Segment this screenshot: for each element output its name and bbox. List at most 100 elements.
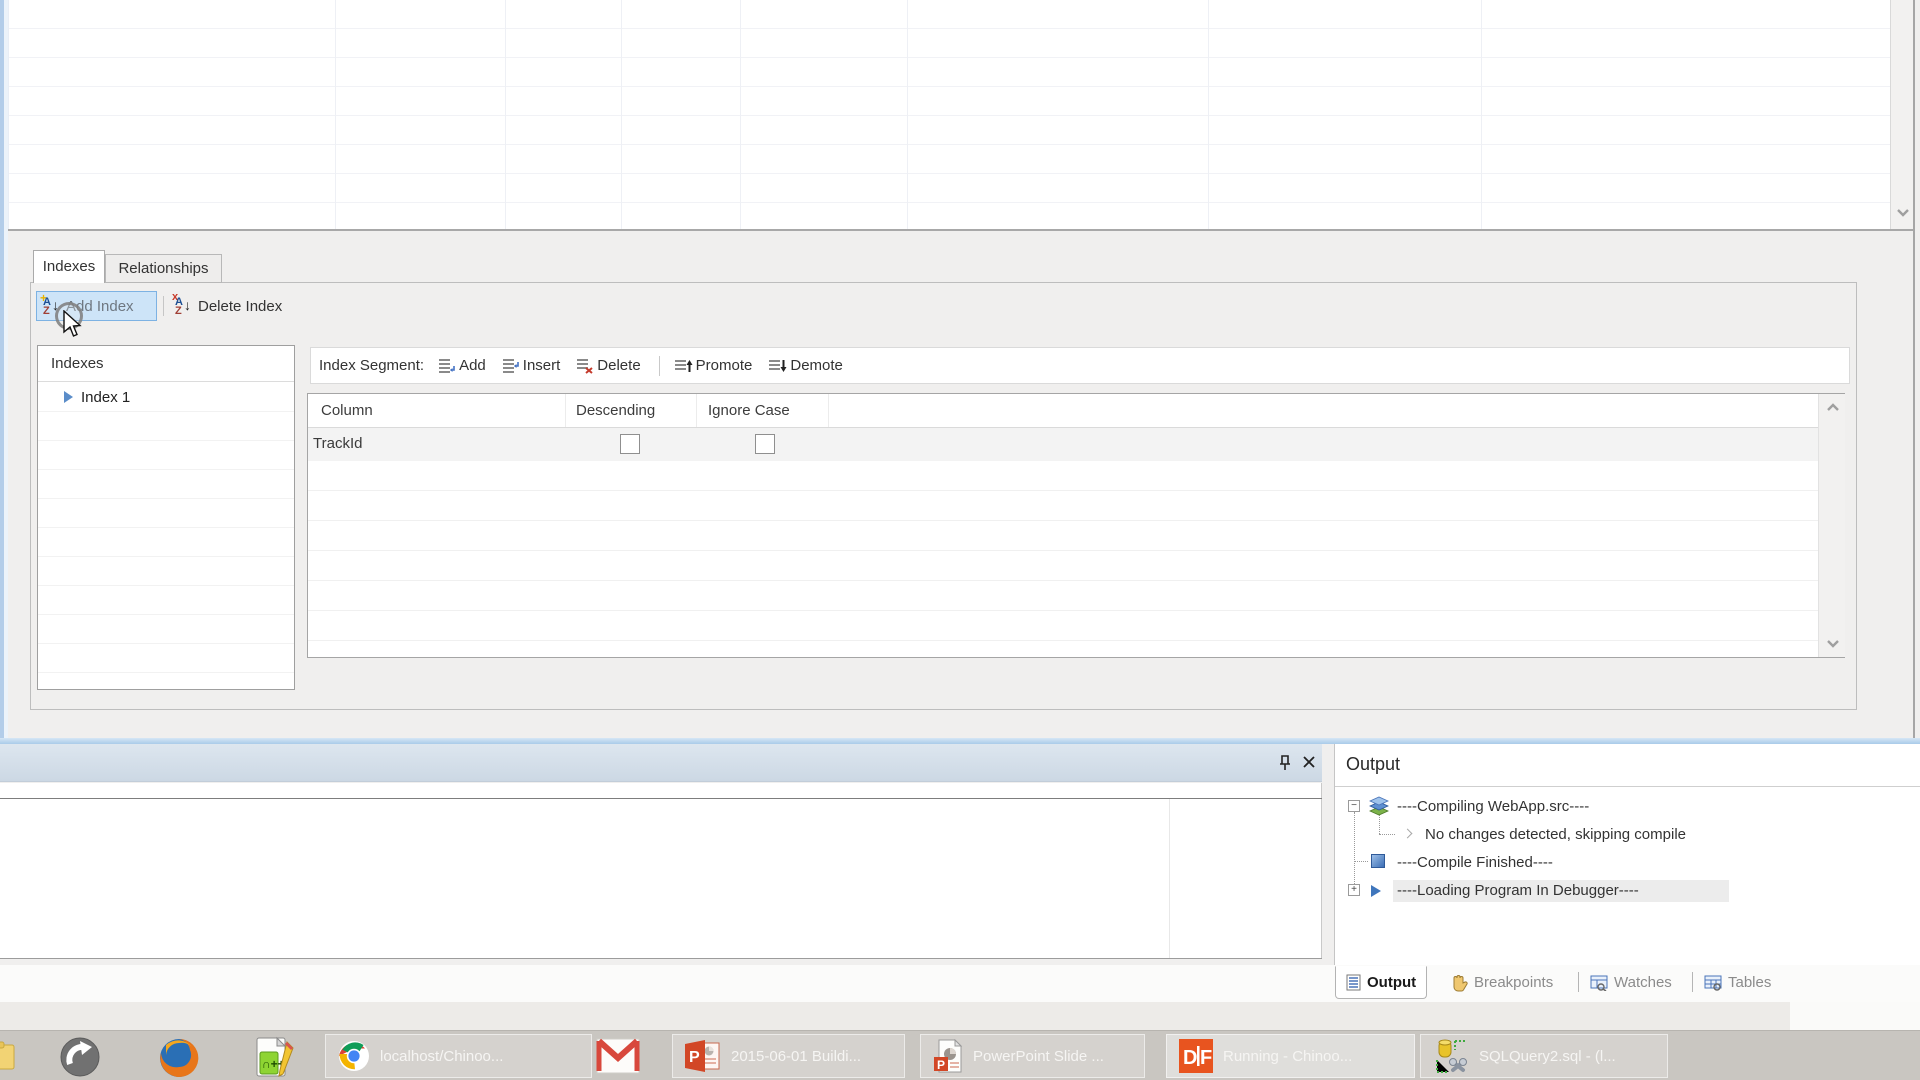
notepad-plus-icon[interactable]: ∩++ — [253, 1036, 297, 1078]
grid-vertical-scrollbar[interactable] — [1890, 0, 1913, 229]
grid-column-line — [621, 0, 622, 229]
chrome-icon — [338, 1040, 370, 1072]
indexes-header-label: Indexes — [51, 355, 104, 372]
output-panel: Output − ----Compiling WebApp.src---- No… — [1334, 744, 1920, 965]
grid-column-line — [740, 0, 741, 229]
ignore-case-checkbox[interactable] — [755, 434, 775, 454]
taskbar-label: SQLQuery2.sql - (l... — [1479, 1048, 1616, 1065]
delete-index-button[interactable]: xAZ↓ Delete Index — [170, 291, 300, 321]
svg-text:P: P — [689, 1049, 700, 1066]
close-icon[interactable] — [1302, 755, 1316, 769]
properties-grid[interactable] — [8, 0, 1890, 229]
mouse-cursor-icon — [62, 310, 84, 340]
compile-stack-icon — [1367, 796, 1391, 818]
indexes-list-header: Indexes — [38, 346, 294, 382]
taskbar-button-powerpoint-file[interactable]: P PowerPoint Slide ... — [920, 1034, 1145, 1078]
segment-row-trackid[interactable]: TrackId — [308, 428, 1818, 461]
output-panel-title: Output — [1346, 754, 1400, 775]
breakpoints-hand-icon — [1450, 974, 1468, 992]
dataflex-icon: D F — [1179, 1039, 1213, 1073]
index-segment-label: Index Segment: — [319, 357, 424, 374]
grid-bottom-border — [8, 229, 1915, 231]
output-node-loading[interactable]: ----Loading Program In Debugger---- — [1397, 882, 1639, 899]
tab-output[interactable]: Output — [1335, 966, 1427, 999]
collapse-node-button[interactable]: − — [1348, 800, 1360, 812]
segment-promote-button[interactable]: Promote — [674, 357, 753, 374]
segment-add-label: Add — [459, 357, 486, 374]
gmail-icon[interactable] — [596, 1038, 640, 1074]
tab-watches[interactable]: Watches — [1590, 966, 1672, 999]
scroll-down-icon[interactable] — [1826, 639, 1840, 649]
segment-demote-button[interactable]: Demote — [768, 357, 843, 374]
taskbar-button-powerpoint[interactable]: P 2015-06-01 Buildi... — [672, 1034, 905, 1078]
tab-watches-label: Watches — [1614, 974, 1672, 991]
column-header: Column — [321, 402, 373, 419]
watches-icon — [1590, 975, 1608, 991]
expand-node-button[interactable]: + — [1348, 884, 1360, 896]
tab-output-label: Output — [1367, 974, 1416, 991]
grid-column-line — [335, 0, 336, 229]
dataflex-studio-screen: Indexes Relationships +AZ↓ Add Index xAZ… — [0, 0, 1920, 1080]
segment-insert-button[interactable]: Insert — [502, 357, 561, 374]
taskbar-button-sql[interactable]: SQLQuery2.sql - (l... — [1420, 1034, 1668, 1078]
window-left-edge-inner — [4, 0, 8, 744]
folder-icon[interactable] — [0, 1039, 16, 1073]
indexes-list[interactable]: Index 1 — [38, 383, 294, 689]
scroll-down-icon[interactable] — [1896, 208, 1910, 218]
output-title-separator — [1335, 786, 1920, 787]
tab-tables-label: Tables — [1728, 974, 1771, 991]
tree-connector — [1354, 812, 1355, 890]
windows-taskbar: ∩++ localhost/Chinoo... — [0, 1030, 1920, 1080]
tab-relationships[interactable]: Relationships — [105, 254, 222, 283]
segments-vertical-scrollbar[interactable] — [1818, 394, 1845, 657]
bottom-panel-bottom-border — [0, 958, 1322, 959]
tab-indexes[interactable]: Indexes — [33, 250, 105, 283]
grid-column-line — [907, 0, 908, 229]
firefox-icon[interactable] — [158, 1037, 200, 1079]
segments-table-header: Column Descending Ignore Case — [308, 394, 1844, 428]
output-node-finished[interactable]: ----Compile Finished---- — [1397, 854, 1553, 871]
content-column-line — [1169, 799, 1170, 958]
status-strip-light — [1790, 1002, 1920, 1030]
taskbar-label: Running - Chinoo... — [1223, 1048, 1352, 1065]
segment-empty-rows — [308, 461, 1818, 657]
segment-insert-icon — [502, 358, 520, 374]
tab-breakpoints[interactable]: Breakpoints — [1450, 966, 1553, 999]
taskbar-button-dataflex[interactable]: D F Running - Chinoo... — [1166, 1034, 1415, 1078]
bottom-panel-titlebar[interactable] — [0, 744, 1322, 782]
powerpoint-icon: P — [685, 1040, 721, 1072]
descending-checkbox[interactable] — [620, 434, 640, 454]
sql-icon — [1433, 1038, 1469, 1074]
segment-demote-icon — [768, 358, 787, 374]
collapsed-arrow-icon[interactable] — [1403, 829, 1413, 839]
pin-icon[interactable] — [1278, 754, 1292, 772]
scroll-up-icon[interactable] — [1826, 402, 1840, 412]
index-segments-table: Column Descending Ignore Case TrackId — [307, 393, 1845, 658]
taskbar-button-chrome[interactable]: localhost/Chinoo... — [325, 1034, 592, 1078]
taskbar-label: 2015-06-01 Buildi... — [731, 1048, 861, 1065]
segment-promote-label: Promote — [696, 357, 753, 374]
grid-column-line — [1481, 0, 1482, 229]
bottom-panel-header-strip — [0, 783, 1322, 798]
segment-add-icon — [438, 358, 456, 374]
tree-connector — [1379, 834, 1395, 835]
segment-toolbar-separator — [659, 356, 660, 376]
powerpoint-file-icon: P — [933, 1039, 963, 1073]
window-right-edge — [1913, 0, 1915, 742]
tree-expand-icon[interactable] — [64, 391, 73, 403]
segment-delete-button[interactable]: Delete — [576, 357, 640, 374]
bottom-panel-content[interactable] — [0, 799, 1322, 958]
grid-column-line — [1208, 0, 1209, 229]
output-node-nochanges[interactable]: No changes detected, skipping compile — [1425, 826, 1686, 843]
segment-insert-label: Insert — [523, 357, 561, 374]
tab-tables[interactable]: Tables — [1704, 966, 1771, 999]
index-item-label: Index 1 — [81, 389, 130, 406]
index-tree-item[interactable]: Index 1 — [38, 383, 294, 411]
segment-add-button[interactable]: Add — [438, 357, 486, 374]
refresh-circle-icon[interactable] — [60, 1037, 100, 1077]
output-node-compiling[interactable]: ----Compiling WebApp.src---- — [1397, 798, 1589, 815]
index-segment-toolbar: Index Segment: Add Insert — [310, 347, 1850, 384]
tab-relationships-label: Relationships — [118, 260, 208, 277]
delete-index-label: Delete Index — [198, 298, 282, 315]
svg-text:F: F — [1200, 1047, 1212, 1069]
